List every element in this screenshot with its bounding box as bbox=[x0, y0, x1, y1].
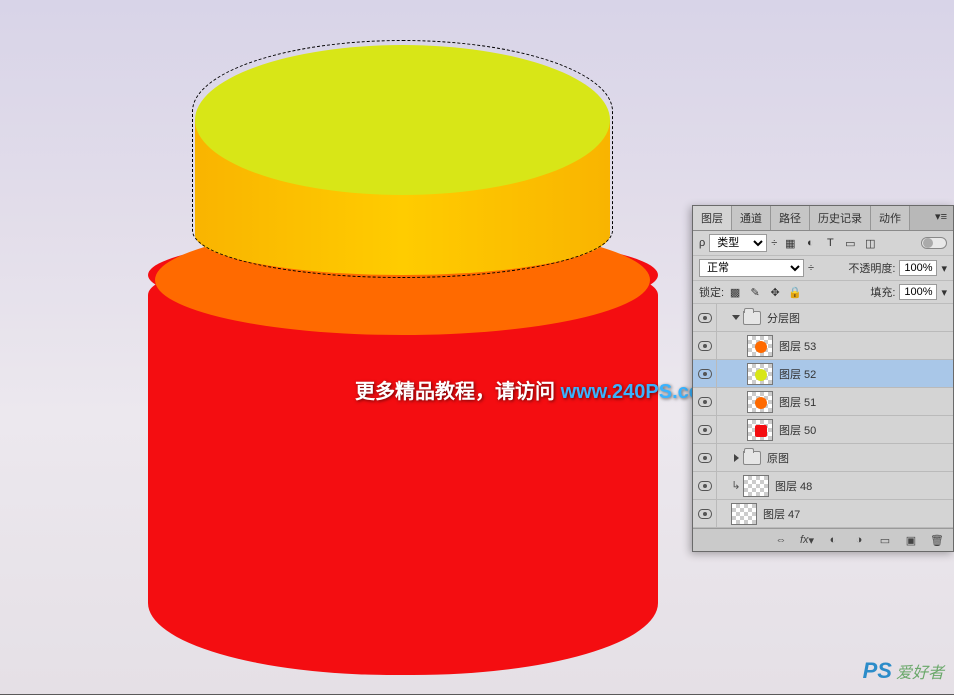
lock-pixels-icon[interactable]: ✎ bbox=[748, 285, 762, 299]
kind-filter-select[interactable]: 类型 bbox=[709, 234, 767, 252]
panel-tabs: 图层 通道 路径 历史记录 动作 ▾≡ bbox=[693, 206, 953, 231]
layer-name-label[interactable]: 图层 52 bbox=[779, 366, 816, 382]
fill-label: 填充: bbox=[870, 284, 895, 300]
eye-icon bbox=[698, 425, 712, 435]
blend-mode-select[interactable]: 正常 bbox=[699, 259, 804, 277]
bottom-watermark: PS 爱好者 bbox=[863, 658, 944, 684]
watermark-text: 更多精品教程，请访问 www.240PS.com bbox=[355, 375, 719, 404]
kind-label-text: ρ bbox=[699, 237, 705, 249]
fill-input[interactable] bbox=[899, 284, 937, 300]
filter-row: ρ 类型 ÷ ▦ ◐ T ▭ ◫ bbox=[693, 231, 953, 256]
eye-icon bbox=[698, 341, 712, 351]
adjustment-icon[interactable]: ◑ bbox=[851, 532, 867, 548]
layer-name-label[interactable]: 原图 bbox=[767, 450, 789, 466]
layer-thumbnail[interactable] bbox=[731, 503, 757, 525]
jar-top-ellipse bbox=[195, 45, 610, 195]
filter-icons: ▦ ◐ T ▭ ◫ bbox=[783, 236, 877, 250]
fill-dropdown-icon[interactable]: ▾ bbox=[941, 286, 947, 299]
disclosure-triangle[interactable] bbox=[731, 453, 741, 463]
layer-row-layer-47[interactable]: 图层 47 bbox=[693, 500, 953, 528]
filter-type-icon[interactable]: T bbox=[823, 236, 837, 250]
visibility-toggle[interactable] bbox=[693, 500, 717, 527]
clip-indicator-icon: ↳ bbox=[731, 479, 741, 492]
filter-toggle[interactable] bbox=[921, 237, 947, 249]
eye-icon bbox=[698, 313, 712, 323]
ps-lover-text: 爱好者 bbox=[896, 659, 944, 683]
tab-paths[interactable]: 路径 bbox=[771, 206, 810, 230]
lock-label: 锁定: bbox=[699, 284, 724, 300]
layer-name-label[interactable]: 图层 51 bbox=[779, 394, 816, 410]
layer-row-layer-50[interactable]: 图层 50 bbox=[693, 416, 953, 444]
blend-row: 正常 ÷ 不透明度: ▾ bbox=[693, 256, 953, 281]
layer-name-label[interactable]: 图层 48 bbox=[775, 478, 812, 494]
tab-layers[interactable]: 图层 bbox=[693, 206, 732, 230]
link-layers-icon[interactable]: ⇔ bbox=[773, 532, 789, 548]
mask-icon[interactable]: ◐ bbox=[825, 532, 841, 548]
visibility-toggle[interactable] bbox=[693, 444, 717, 471]
filter-adjust-icon[interactable]: ◐ bbox=[803, 236, 817, 250]
ps-logo-text: PS bbox=[863, 658, 892, 684]
lock-transparency-icon[interactable]: ▩ bbox=[728, 285, 742, 299]
panel-menu-icon[interactable]: ▾≡ bbox=[929, 206, 953, 230]
visibility-toggle[interactable] bbox=[693, 388, 717, 415]
visibility-toggle[interactable] bbox=[693, 416, 717, 443]
tab-actions[interactable]: 动作 bbox=[871, 206, 910, 230]
jar-body-shape bbox=[148, 275, 658, 675]
watermark-label: 更多精品教程，请访问 bbox=[355, 381, 555, 403]
layer-row-layer-53[interactable]: 图层 53 bbox=[693, 332, 953, 360]
layer-name-label[interactable]: 图层 50 bbox=[779, 422, 816, 438]
eye-icon bbox=[698, 369, 712, 379]
filter-pixel-icon[interactable]: ▦ bbox=[783, 236, 797, 250]
delete-icon[interactable]: 🗑 bbox=[929, 532, 945, 548]
visibility-toggle[interactable] bbox=[693, 472, 717, 499]
layer-row-group-orig[interactable]: 原图 bbox=[693, 444, 953, 472]
group-icon[interactable]: ▭ bbox=[877, 532, 893, 548]
layer-name-label[interactable]: 图层 53 bbox=[779, 338, 816, 354]
blend-dropdown-icon[interactable]: ÷ bbox=[808, 262, 814, 274]
disclosure-triangle[interactable] bbox=[731, 313, 741, 323]
layer-name-label[interactable]: 分层图 bbox=[767, 310, 800, 326]
visibility-toggle[interactable] bbox=[693, 304, 717, 331]
new-layer-icon[interactable]: ▣ bbox=[903, 532, 919, 548]
filter-shape-icon[interactable]: ▭ bbox=[843, 236, 857, 250]
layer-thumbnail[interactable] bbox=[743, 475, 769, 497]
lock-all-icon[interactable]: 🔒 bbox=[788, 285, 802, 299]
visibility-toggle[interactable] bbox=[693, 360, 717, 387]
tab-channels[interactable]: 通道 bbox=[732, 206, 771, 230]
lock-position-icon[interactable]: ✥ bbox=[768, 285, 782, 299]
layer-row-layer-51[interactable]: 图层 51 bbox=[693, 388, 953, 416]
filter-dropdown-icon[interactable]: ÷ bbox=[771, 237, 777, 249]
layers-panel[interactable]: 图层 通道 路径 历史记录 动作 ▾≡ ρ 类型 ÷ ▦ ◐ T ▭ ◫ 正常 … bbox=[692, 205, 954, 552]
layer-thumbnail[interactable] bbox=[747, 419, 773, 441]
eye-icon bbox=[698, 509, 712, 519]
folder-icon bbox=[743, 451, 761, 465]
opacity-dropdown-icon[interactable]: ▾ bbox=[941, 262, 947, 275]
eye-icon bbox=[698, 453, 712, 463]
lock-icons: ▩ ✎ ✥ 🔒 bbox=[728, 285, 802, 299]
panel-footer: ⇔ fx▾ ◐ ◑ ▭ ▣ 🗑 bbox=[693, 528, 953, 551]
opacity-input[interactable] bbox=[899, 260, 937, 276]
visibility-toggle[interactable] bbox=[693, 332, 717, 359]
layer-row-layer-52[interactable]: 图层 52 bbox=[693, 360, 953, 388]
layer-thumbnail[interactable] bbox=[747, 391, 773, 413]
opacity-label: 不透明度: bbox=[848, 260, 895, 276]
tab-history[interactable]: 历史记录 bbox=[810, 206, 871, 230]
eye-icon bbox=[698, 481, 712, 491]
jar-illustration bbox=[130, 15, 670, 695]
filter-smart-icon[interactable]: ◫ bbox=[863, 236, 877, 250]
layer-list[interactable]: 分层图图层 53 图层 52 图层 51 图层 50 原图 ↳ 图层 48 图层 47 bbox=[693, 304, 953, 528]
layer-row-layer-48[interactable]: ↳ 图层 48 bbox=[693, 472, 953, 500]
folder-icon bbox=[743, 311, 761, 325]
fx-icon[interactable]: fx▾ bbox=[799, 532, 815, 548]
layer-row-group-fencheng[interactable]: 分层图 bbox=[693, 304, 953, 332]
layer-thumbnail[interactable] bbox=[747, 363, 773, 385]
lock-row: 锁定: ▩ ✎ ✥ 🔒 填充: ▾ bbox=[693, 281, 953, 304]
eye-icon bbox=[698, 397, 712, 407]
layer-thumbnail[interactable] bbox=[747, 335, 773, 357]
layer-name-label[interactable]: 图层 47 bbox=[763, 506, 800, 522]
